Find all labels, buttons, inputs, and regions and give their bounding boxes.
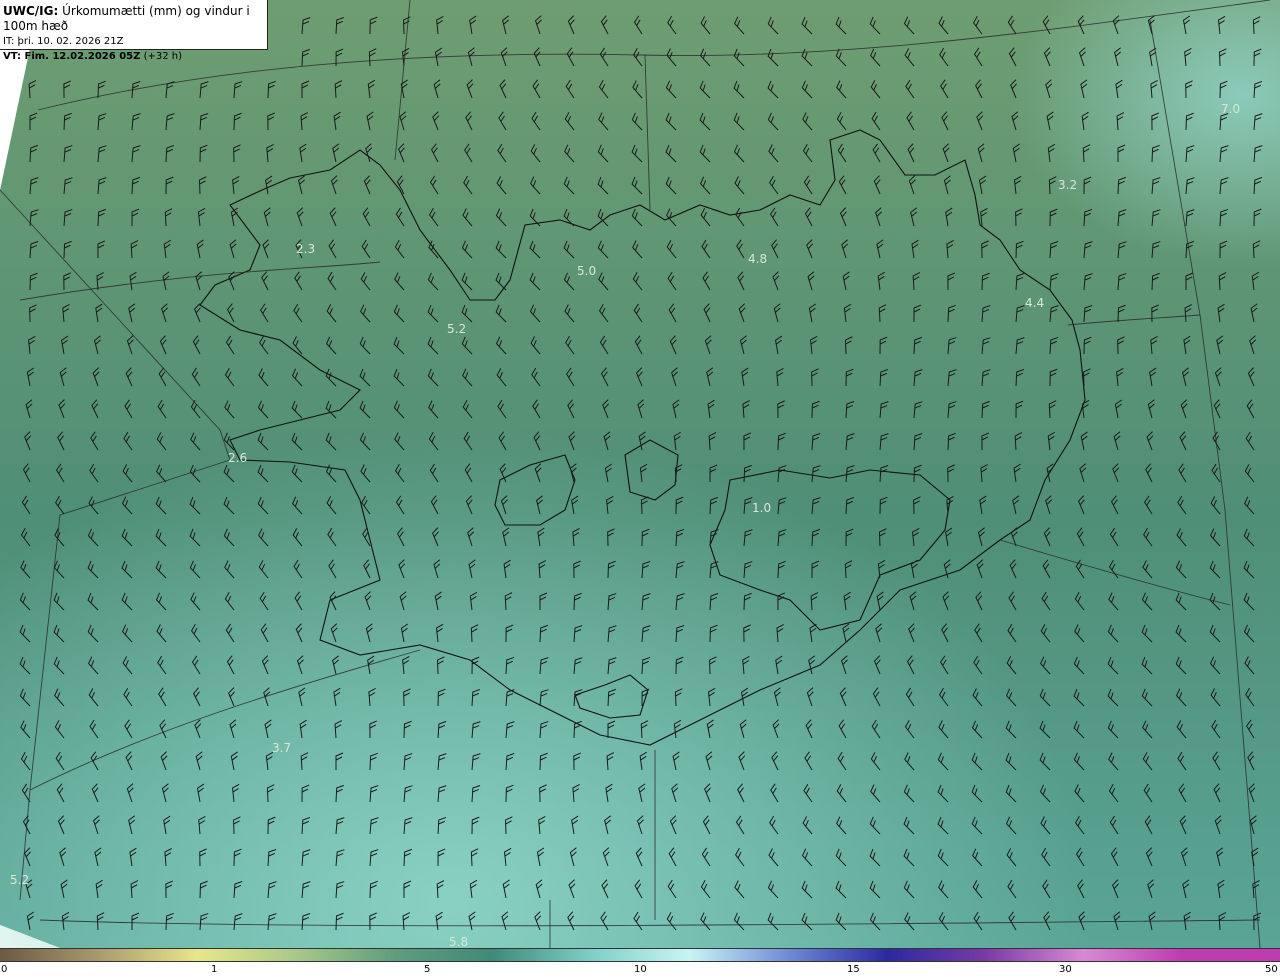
colorbar-segment [689, 949, 789, 961]
value-label: 2.3 [296, 242, 315, 256]
colorbar-segment [196, 949, 297, 961]
valid-time: VT: Fim. 12.02.2026 05Z [3, 51, 141, 62]
model-name: UWC/IG: [3, 4, 59, 18]
value-label: 4.4 [1025, 296, 1044, 310]
colorbar-tick: 5 [424, 964, 431, 975]
init-time-line: IT: þri. 10. 02. 2026 21Z [3, 34, 267, 49]
map-area: 7.0 3.2 2.3 5.0 4.8 4.4 5.2 2.6 1.0 3.7 … [0, 0, 1280, 948]
lead-time: (+32 h) [143, 51, 182, 62]
colorbar-segment [492, 949, 592, 961]
colorbar [0, 948, 1280, 962]
value-label: 4.8 [748, 252, 767, 266]
colorbar-tick: 30 [1059, 964, 1072, 975]
colorbar-segment [393, 949, 494, 961]
colorbar-segment [984, 949, 1085, 961]
map-title-box: UWC/IG: Úrkomumætti (mm) og vindur i 100… [0, 0, 268, 62]
valid-time-line: VT: Fim. 12.02.2026 05Z (+32 h) [3, 49, 267, 64]
colorbar-segment [1083, 949, 1183, 961]
value-label: 5.2 [10, 873, 29, 887]
map-canvas: 7.0 3.2 2.3 5.0 4.8 4.4 5.2 2.6 1.0 3.7 … [0, 0, 1280, 948]
init-time: þri. 10. 02. 2026 21Z [17, 36, 124, 47]
colorbar-segment [98, 949, 198, 961]
value-label: 5.8 [449, 935, 468, 948]
colorbar-tick: 15 [847, 964, 860, 975]
colorbar-tick: 1 [211, 964, 218, 975]
value-label: 1.0 [752, 501, 771, 515]
colorbar-tick: 50 [1265, 964, 1278, 975]
colorbar-segment [0, 949, 100, 961]
colorbar-segment [590, 949, 691, 961]
value-label: 3.2 [1058, 178, 1077, 192]
colorbar-segment [886, 949, 986, 961]
value-label: 2.6 [228, 451, 247, 465]
value-label: 5.0 [577, 264, 596, 278]
value-label: 3.7 [272, 741, 291, 755]
value-label: 5.2 [447, 322, 466, 336]
value-label: 7.0 [1221, 102, 1240, 116]
colorbar-tick: 0 [1, 964, 8, 975]
init-label: IT: [3, 36, 15, 47]
colorbar-segment [295, 949, 395, 961]
colorbar-segment [787, 949, 888, 961]
colorbar-tick: 10 [634, 964, 647, 975]
title-line-1: UWC/IG: Úrkomumætti (mm) og vindur i 100… [3, 4, 267, 34]
colorbar-segment [1181, 949, 1280, 961]
